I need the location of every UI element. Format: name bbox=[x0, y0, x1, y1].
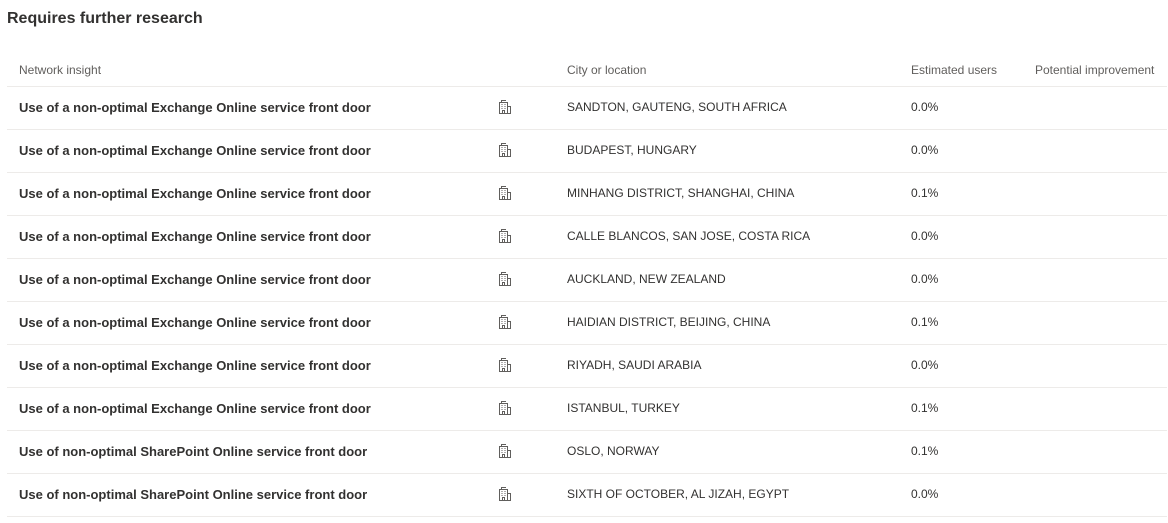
table-row[interactable]: Use of a non-optimal Exchange Online ser… bbox=[7, 345, 1167, 388]
estimated-users-cell: 0.0% bbox=[911, 272, 939, 286]
estimated-users-cell: 0.1% bbox=[911, 186, 939, 200]
estimated-users-cell: 0.0% bbox=[911, 229, 939, 243]
table-row[interactable]: Use of a non-optimal Exchange Online ser… bbox=[7, 259, 1167, 302]
column-header-potential-improvement[interactable]: Potential improvement bbox=[1035, 63, 1154, 77]
table-header: Network insight City or location Estimat… bbox=[7, 55, 1167, 87]
table-row[interactable]: Use of a non-optimal Exchange Online ser… bbox=[7, 130, 1167, 173]
building-icon bbox=[497, 271, 513, 287]
building-icon bbox=[497, 443, 513, 459]
network-insight-cell[interactable]: Use of a non-optimal Exchange Online ser… bbox=[19, 229, 371, 245]
table-row[interactable]: Use of a non-optimal Exchange Online ser… bbox=[7, 302, 1167, 345]
estimated-users-cell: 0.0% bbox=[911, 487, 939, 501]
building-icon bbox=[497, 185, 513, 201]
city-cell: BUDAPEST, HUNGARY bbox=[567, 143, 697, 157]
table-row[interactable]: Use of a non-optimal Exchange Online ser… bbox=[7, 388, 1167, 431]
column-header-city[interactable]: City or location bbox=[567, 63, 646, 77]
table-row[interactable]: Use of a non-optimal Exchange Online ser… bbox=[7, 216, 1167, 259]
building-icon bbox=[497, 314, 513, 330]
column-header-network-insight[interactable]: Network insight bbox=[19, 63, 101, 77]
network-insight-cell[interactable]: Use of a non-optimal Exchange Online ser… bbox=[19, 315, 371, 331]
table-body: Use of a non-optimal Exchange Online ser… bbox=[7, 87, 1167, 517]
section-title: Requires further research bbox=[7, 10, 203, 27]
column-header-estimated-users[interactable]: Estimated users bbox=[911, 63, 997, 77]
city-cell: HAIDIAN DISTRICT, BEIJING, CHINA bbox=[567, 315, 771, 329]
insights-table: Network insight City or location Estimat… bbox=[7, 55, 1167, 517]
city-cell: OSLO, NORWAY bbox=[567, 444, 660, 458]
network-insight-cell[interactable]: Use of a non-optimal Exchange Online ser… bbox=[19, 358, 371, 374]
estimated-users-cell: 0.0% bbox=[911, 143, 939, 157]
building-icon bbox=[497, 99, 513, 115]
network-insight-cell[interactable]: Use of a non-optimal Exchange Online ser… bbox=[19, 100, 371, 116]
network-insight-cell[interactable]: Use of a non-optimal Exchange Online ser… bbox=[19, 186, 371, 202]
table-row[interactable]: Use of a non-optimal Exchange Online ser… bbox=[7, 87, 1167, 130]
estimated-users-cell: 0.1% bbox=[911, 444, 939, 458]
table-row[interactable]: Use of non-optimal SharePoint Online ser… bbox=[7, 474, 1167, 517]
city-cell: AUCKLAND, NEW ZEALAND bbox=[567, 272, 726, 286]
building-icon bbox=[497, 400, 513, 416]
city-cell: MINHANG DISTRICT, SHANGHAI, CHINA bbox=[567, 186, 795, 200]
city-cell: CALLE BLANCOS, SAN JOSE, COSTA RICA bbox=[567, 229, 811, 243]
estimated-users-cell: 0.1% bbox=[911, 315, 939, 329]
table-row[interactable]: Use of a non-optimal Exchange Online ser… bbox=[7, 173, 1167, 216]
network-insight-cell[interactable]: Use of non-optimal SharePoint Online ser… bbox=[19, 444, 367, 460]
building-icon bbox=[497, 228, 513, 244]
estimated-users-cell: 0.0% bbox=[911, 358, 939, 372]
table-row[interactable]: Use of non-optimal SharePoint Online ser… bbox=[7, 431, 1167, 474]
city-cell: ISTANBUL, TURKEY bbox=[567, 401, 680, 415]
network-insight-cell[interactable]: Use of a non-optimal Exchange Online ser… bbox=[19, 272, 371, 288]
building-icon bbox=[497, 357, 513, 373]
building-icon bbox=[497, 486, 513, 502]
city-cell: SANDTON, GAUTENG, SOUTH AFRICA bbox=[567, 100, 787, 114]
city-cell: SIXTH OF OCTOBER, AL JIZAH, EGYPT bbox=[567, 487, 790, 501]
network-insight-cell[interactable]: Use of a non-optimal Exchange Online ser… bbox=[19, 143, 371, 159]
estimated-users-cell: 0.1% bbox=[911, 401, 939, 415]
building-icon bbox=[497, 142, 513, 158]
city-cell: RIYADH, SAUDI ARABIA bbox=[567, 358, 702, 372]
estimated-users-cell: 0.0% bbox=[911, 100, 939, 114]
network-insight-cell[interactable]: Use of a non-optimal Exchange Online ser… bbox=[19, 401, 371, 417]
network-insight-cell[interactable]: Use of non-optimal SharePoint Online ser… bbox=[19, 487, 367, 503]
